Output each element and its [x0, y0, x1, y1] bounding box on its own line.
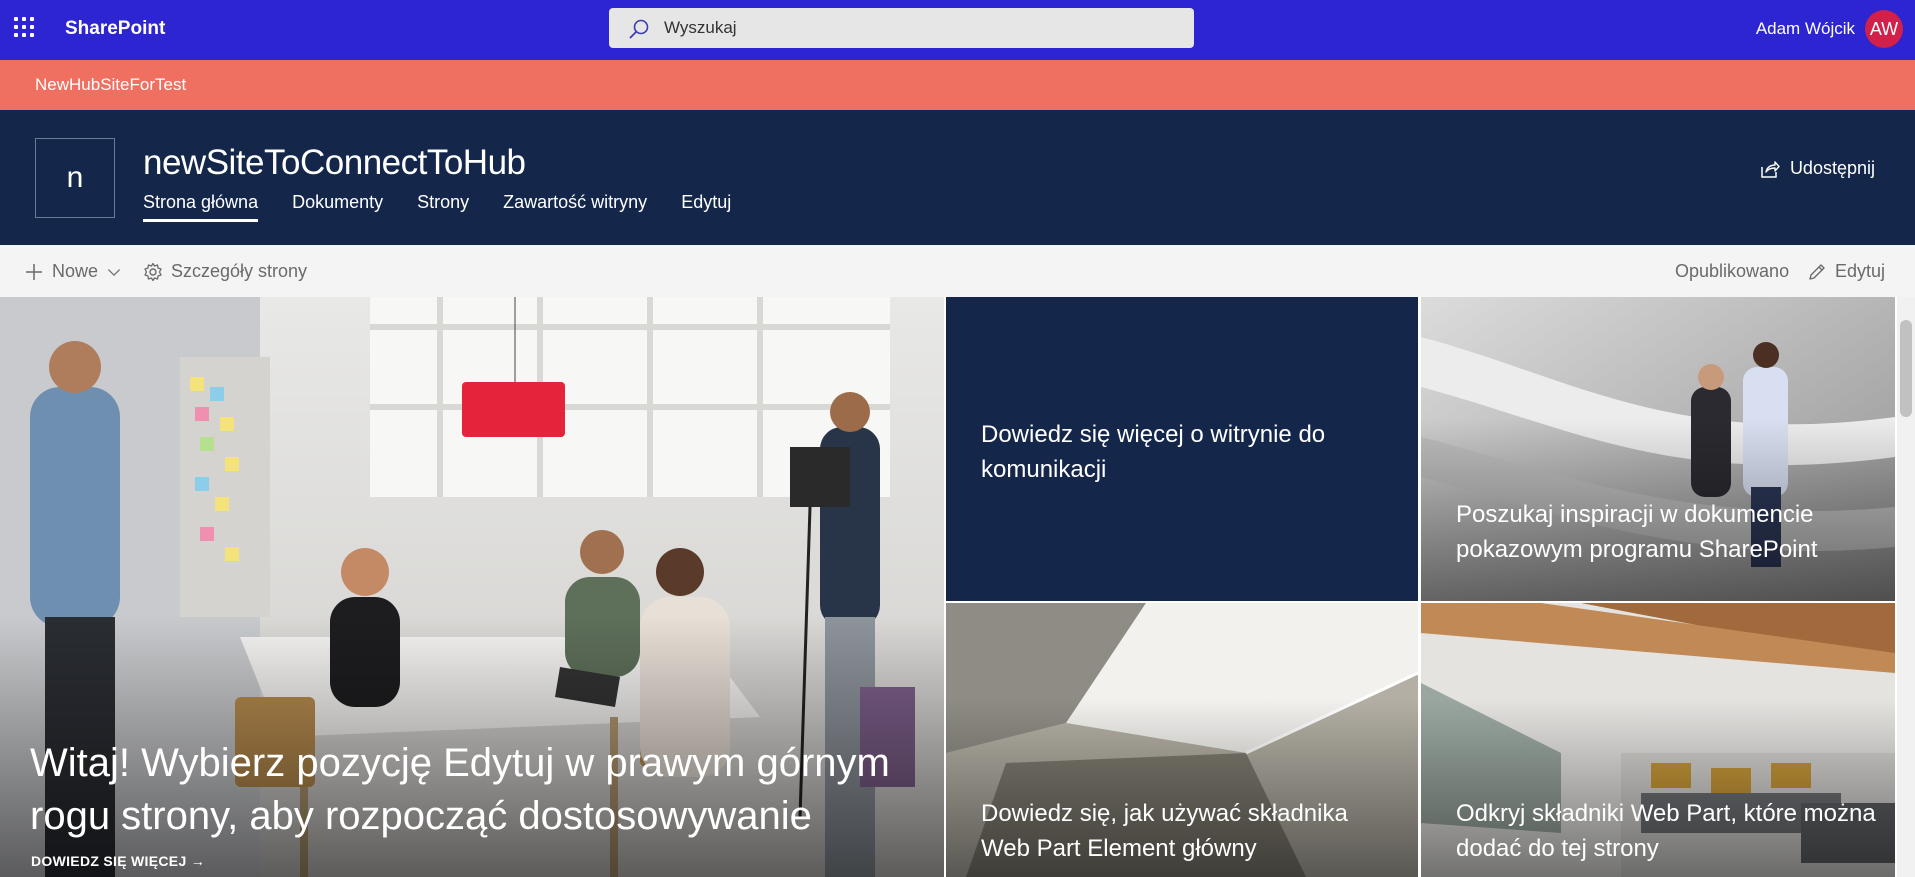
search-icon [629, 19, 649, 39]
avatar[interactable]: AW [1865, 10, 1903, 48]
gear-icon [144, 262, 162, 281]
hero-web-part: Witaj! Wybierz pozycję Edytuj w prawym g… [0, 297, 1915, 877]
chevron-down-icon [108, 268, 121, 276]
share-label: Udostępnij [1789, 158, 1875, 178]
arrow-right-icon: → [190, 853, 206, 869]
pencil-icon [1809, 263, 1825, 280]
hero-tile-1-title: Dowiedz się więcej o witrynie do komunik… [981, 421, 1326, 483]
page-details-button[interactable]: Szczegóły strony [143, 261, 307, 282]
learn-more-label: DOWIEDZ SIĘ WIĘCEJ [31, 853, 187, 869]
edit-label: Edytuj [1835, 261, 1886, 281]
hero-main-title[interactable]: Witaj! Wybierz pozycję Edytuj w prawym g… [30, 737, 930, 843]
nav-item-home[interactable]: Strona główna [143, 192, 259, 222]
hero-tile-4-title: Odkryj składniki Web Part, które można d… [1456, 800, 1876, 862]
search-box[interactable] [609, 8, 1194, 48]
hero-tile-3-title: Dowiedz się, jak używać składnika Web Pa… [981, 800, 1348, 862]
page-details-label: Szczegóły strony [171, 261, 308, 281]
scrollbar-thumb[interactable] [1900, 320, 1912, 417]
search-input[interactable] [664, 8, 1174, 48]
hero-tile-3[interactable]: Dowiedz się, jak używać składnika Web Pa… [946, 603, 1418, 877]
hub-bar: NewHubSiteForTest [0, 60, 1915, 110]
hero-tile-main[interactable]: Witaj! Wybierz pozycję Edytuj w prawym g… [0, 297, 944, 877]
hero-main-link[interactable]: DOWIEDZ SIĘ WIĘCEJ → [31, 853, 205, 869]
command-bar: Nowe Szczegóły strony Opublikowano Edytu… [0, 245, 1915, 297]
site-navigation: Strona główna Dokumenty Strony Zawartość… [143, 192, 731, 222]
publish-status: Opublikowano [1675, 261, 1789, 282]
nav-item-pages[interactable]: Strony [417, 192, 469, 222]
new-label: Nowe [52, 261, 99, 281]
nav-item-edit[interactable]: Edytuj [681, 192, 731, 222]
hero-tile-1[interactable]: Dowiedz się więcej o witrynie do komunik… [946, 297, 1418, 601]
new-button[interactable]: Nowe [24, 261, 122, 282]
hero-tile-2-title: Poszukaj inspiracji w dokumencie pokazow… [1456, 501, 1818, 563]
edit-button[interactable]: Edytuj [1807, 261, 1885, 282]
site-title[interactable]: newSiteToConnectToHub [143, 143, 526, 183]
share-button[interactable]: Udostępnij [1760, 158, 1875, 179]
site-logo[interactable]: n [35, 138, 115, 218]
nav-item-site-contents[interactable]: Zawartość witryny [503, 192, 647, 222]
hero-tile-4[interactable]: Odkryj składniki Web Part, które można d… [1421, 603, 1895, 877]
nav-item-documents[interactable]: Dokumenty [292, 192, 383, 222]
user-name[interactable]: Adam Wójcik [1756, 19, 1855, 39]
hero-tile-2[interactable]: Poszukaj inspiracji w dokumencie pokazow… [1421, 297, 1895, 601]
app-launcher-icon[interactable] [14, 17, 36, 39]
app-name[interactable]: SharePoint [65, 18, 165, 40]
site-header: n newSiteToConnectToHub Strona główna Do… [0, 110, 1915, 245]
hub-site-link[interactable]: NewHubSiteForTest [35, 75, 186, 95]
share-icon [1761, 160, 1780, 178]
publish-status-label: Opublikowano [1675, 261, 1790, 281]
suite-bar: SharePoint Adam Wójcik AW [0, 0, 1915, 60]
plus-icon [26, 263, 42, 280]
